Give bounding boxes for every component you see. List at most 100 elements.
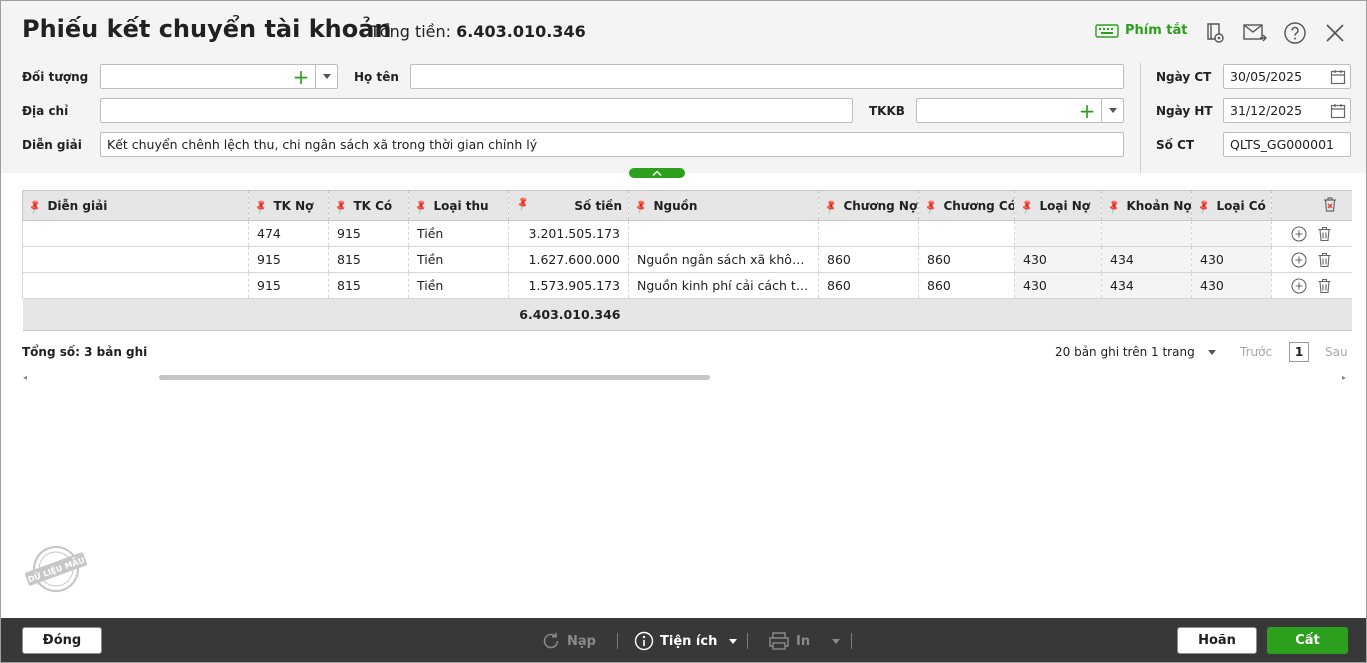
utility-button[interactable]: Tiện ích (634, 631, 738, 651)
trash-icon[interactable] (1317, 252, 1332, 268)
dia-chi-input[interactable] (100, 98, 853, 123)
send-mail-button[interactable] (1242, 20, 1268, 46)
cell-chuong-co[interactable] (918, 220, 1015, 247)
cancel-button[interactable]: Hoãn (1177, 627, 1257, 654)
collapse-toggle[interactable] (629, 168, 685, 178)
col-header-chuong-co[interactable]: 📌 Chương Có (918, 190, 1015, 221)
col-header-nguon[interactable]: 📌 Nguồn (628, 190, 819, 221)
cell-tk-co[interactable]: 815 (328, 246, 409, 273)
cell-loai-thu[interactable]: Tiền (408, 246, 509, 273)
cell-so-tien[interactable]: 1.627.600.000 (508, 246, 629, 273)
add-row-icon[interactable] (1291, 251, 1307, 268)
calendar-icon[interactable] (1330, 69, 1346, 85)
col-header-so-tien[interactable]: 📌 Số tiền (508, 190, 629, 221)
cell-tk-co[interactable]: 915 (328, 220, 409, 247)
cell-loai-no[interactable]: 430 (1014, 272, 1102, 299)
shortcut-button[interactable]: Phím tắt (1095, 23, 1188, 38)
trash-icon[interactable] (1317, 278, 1332, 294)
pin-icon[interactable]: 📌 (27, 199, 44, 215)
ngay-ht-input[interactable]: 31/12/2025 (1223, 98, 1351, 123)
cell-chuong-co[interactable]: 860 (918, 272, 1015, 299)
cell-so-tien[interactable]: 1.573.905.173 (508, 272, 629, 299)
pin-icon[interactable]: 📌 (253, 199, 270, 215)
horizontal-scrollbar[interactable] (159, 375, 710, 380)
cell-dien-giai[interactable] (22, 246, 249, 273)
chevron-down-icon[interactable] (315, 65, 337, 88)
col-header-dien-giai[interactable]: 📌 Diễn giải (22, 190, 249, 221)
cell-chuong-no[interactable]: 860 (818, 246, 919, 273)
cell-nguon[interactable] (628, 220, 819, 247)
help-button[interactable] (1282, 20, 1308, 46)
close-form-button[interactable]: Đóng (22, 627, 102, 654)
col-header-tk-no[interactable]: 📌 TK Nợ (248, 190, 329, 221)
pin-icon[interactable]: 📌 (413, 199, 430, 215)
view-button[interactable] (1202, 20, 1228, 46)
col-header-khoan-no[interactable]: 📌 Khoản Nợ (1101, 190, 1192, 221)
table-row[interactable]: 915 815 Tiền 1.573.905.173 Nguồn kinh ph… (22, 272, 1352, 299)
col-header-loai-co[interactable]: 📌 Loại Có (1191, 190, 1272, 221)
chevron-down-icon[interactable] (1208, 350, 1216, 355)
ngay-ct-input[interactable]: 30/05/2025 (1223, 64, 1351, 89)
cell-tk-no[interactable]: 915 (248, 272, 329, 299)
cell-loai-co[interactable]: 430 (1191, 246, 1272, 273)
cell-loai-thu[interactable]: Tiền (408, 220, 509, 247)
pin-icon[interactable]: 📌 (633, 199, 650, 215)
col-header-chuong-no[interactable]: 📌 Chương Nợ (818, 190, 919, 221)
add-row-icon[interactable] (1291, 277, 1307, 294)
cell-chuong-co[interactable]: 860 (918, 246, 1015, 273)
col-header-loai-thu[interactable]: 📌 Loại thu (408, 190, 509, 221)
cell-khoan-no[interactable]: 434 (1101, 246, 1192, 273)
trash-icon[interactable] (1317, 226, 1332, 242)
save-button[interactable]: Cất (1267, 627, 1348, 654)
so-ct-input[interactable]: QLTS_GG000001 (1223, 132, 1351, 157)
cell-tk-no[interactable]: 915 (248, 246, 329, 273)
cell-nguon[interactable]: Nguồn kinh phí cải cách tiền lương (628, 272, 819, 299)
next-page-button[interactable]: Sau (1325, 345, 1348, 359)
prev-page-button[interactable]: Trước (1240, 345, 1272, 359)
cell-loai-co[interactable] (1191, 220, 1272, 247)
pin-icon[interactable]: 📌 (1196, 199, 1213, 215)
print-button[interactable]: In (768, 631, 841, 651)
cell-khoan-no[interactable]: 434 (1101, 272, 1192, 299)
dien-giai-input[interactable]: Kết chuyển chênh lệch thu, chi ngân sách… (100, 132, 1124, 157)
scroll-left-icon[interactable]: ◂ (23, 373, 27, 382)
col-header-tk-co[interactable]: 📌 TK Có (328, 190, 409, 221)
page-size-select[interactable]: 20 bản ghi trên 1 trang (1055, 345, 1195, 359)
cell-chuong-no[interactable]: 860 (818, 272, 919, 299)
cell-loai-no[interactable] (1014, 220, 1102, 247)
doi-tuong-combo[interactable]: + (100, 64, 338, 89)
add-row-icon[interactable] (1291, 225, 1307, 242)
cell-nguon[interactable]: Nguồn ngân sách xã không tự chủ (628, 246, 819, 273)
row-actions (1271, 272, 1352, 299)
reload-button[interactable]: Nạp (541, 631, 596, 651)
cell-tk-no[interactable]: 474 (248, 220, 329, 247)
tkkb-combo[interactable]: + (916, 98, 1124, 123)
col-header-loai-no[interactable]: 📌 Loại Nợ (1014, 190, 1102, 221)
cell-so-tien[interactable]: 3.201.505.173 (508, 220, 629, 247)
pin-icon[interactable]: 📌 (1019, 199, 1036, 215)
pin-icon[interactable]: 📌 (923, 199, 940, 215)
calendar-icon[interactable] (1330, 103, 1346, 119)
chevron-down-icon[interactable] (1101, 99, 1123, 122)
table-row[interactable]: 474 915 Tiền 3.201.505.173 (22, 220, 1352, 247)
close-button[interactable] (1322, 20, 1348, 46)
table-row[interactable]: 915 815 Tiền 1.627.600.000 Nguồn ngân sá… (22, 246, 1352, 273)
add-icon[interactable]: + (1075, 99, 1099, 122)
pin-icon[interactable]: 📌 (515, 196, 532, 212)
pin-icon[interactable]: 📌 (823, 199, 840, 215)
ho-ten-input[interactable] (410, 64, 1124, 89)
cell-loai-co[interactable]: 430 (1191, 272, 1272, 299)
pin-icon[interactable]: 📌 (333, 199, 350, 215)
cell-dien-giai[interactable] (22, 272, 249, 299)
cell-loai-thu[interactable]: Tiền (408, 272, 509, 299)
delete-all-icon[interactable] (1322, 196, 1338, 213)
add-icon[interactable]: + (289, 65, 313, 88)
scroll-right-icon[interactable]: ▸ (1342, 373, 1346, 382)
cell-khoan-no[interactable] (1101, 220, 1192, 247)
cell-dien-giai[interactable] (22, 220, 249, 247)
pin-icon[interactable]: 📌 (1106, 199, 1123, 215)
cell-tk-co[interactable]: 815 (328, 272, 409, 299)
current-page[interactable]: 1 (1289, 342, 1309, 362)
cell-chuong-no[interactable] (818, 220, 919, 247)
cell-loai-no[interactable]: 430 (1014, 246, 1102, 273)
